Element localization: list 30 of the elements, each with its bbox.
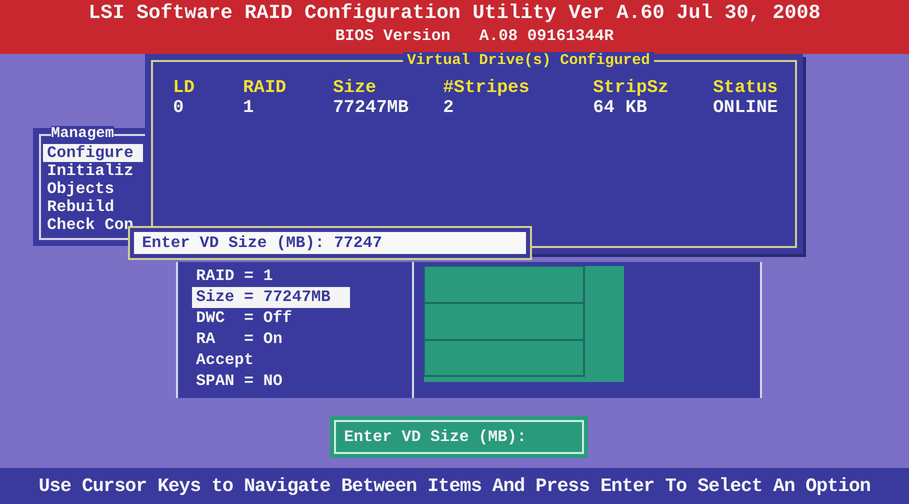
menu-item[interactable]: Initializ bbox=[43, 162, 143, 180]
menu-item[interactable]: SPAN = NO bbox=[192, 371, 350, 392]
utility-title: LSI Software RAID Configuration Utility Ver A.60 Jul 30, 2008 bbox=[88, 2, 821, 26]
menu-item[interactable]: Size = 77247MB bbox=[192, 287, 350, 308]
status-text: Use Cursor Keys to Navigate Between Items And Press Enter To Select An Option bbox=[38, 475, 870, 497]
menu-item[interactable]: Check Con bbox=[43, 216, 143, 234]
column-header: RAID bbox=[243, 78, 288, 98]
prompt-text: Enter VD Size (MB): bbox=[334, 420, 584, 454]
menu-item[interactable]: RA = On bbox=[192, 329, 350, 350]
menu-item[interactable]: Accept bbox=[192, 350, 350, 371]
window-title: Virtual Drive(s) Configured bbox=[403, 52, 654, 69]
size-input-field[interactable]: Enter VD Size (MB): 77247 bbox=[134, 232, 526, 254]
menu-item[interactable]: Objects bbox=[43, 180, 143, 198]
column-header: Size bbox=[333, 78, 378, 98]
column-header: StripSz bbox=[593, 78, 670, 98]
menu-title: Managem bbox=[51, 126, 114, 142]
table-cell-text: 2 bbox=[443, 98, 455, 118]
column-header: #Stripes bbox=[443, 78, 530, 98]
menu-item[interactable]: RAID = 1 bbox=[192, 266, 350, 287]
column-header: LD bbox=[173, 78, 196, 98]
table-cell-text: 1 bbox=[243, 98, 255, 118]
menu-item[interactable]: DWC = Off bbox=[192, 308, 350, 329]
table-cell-text: 77247MB bbox=[333, 98, 410, 118]
table-cell-text: ONLINE bbox=[713, 98, 779, 118]
table-cell-text: 0 bbox=[173, 98, 185, 118]
menu-item[interactable]: Rebuild bbox=[43, 198, 143, 216]
column-header: Status bbox=[713, 78, 779, 98]
menu-item[interactable]: Configure bbox=[43, 144, 143, 162]
bios-version: BIOS Version A.08 09161344R bbox=[335, 26, 614, 46]
table-cell-text: 64 KB bbox=[593, 98, 648, 118]
